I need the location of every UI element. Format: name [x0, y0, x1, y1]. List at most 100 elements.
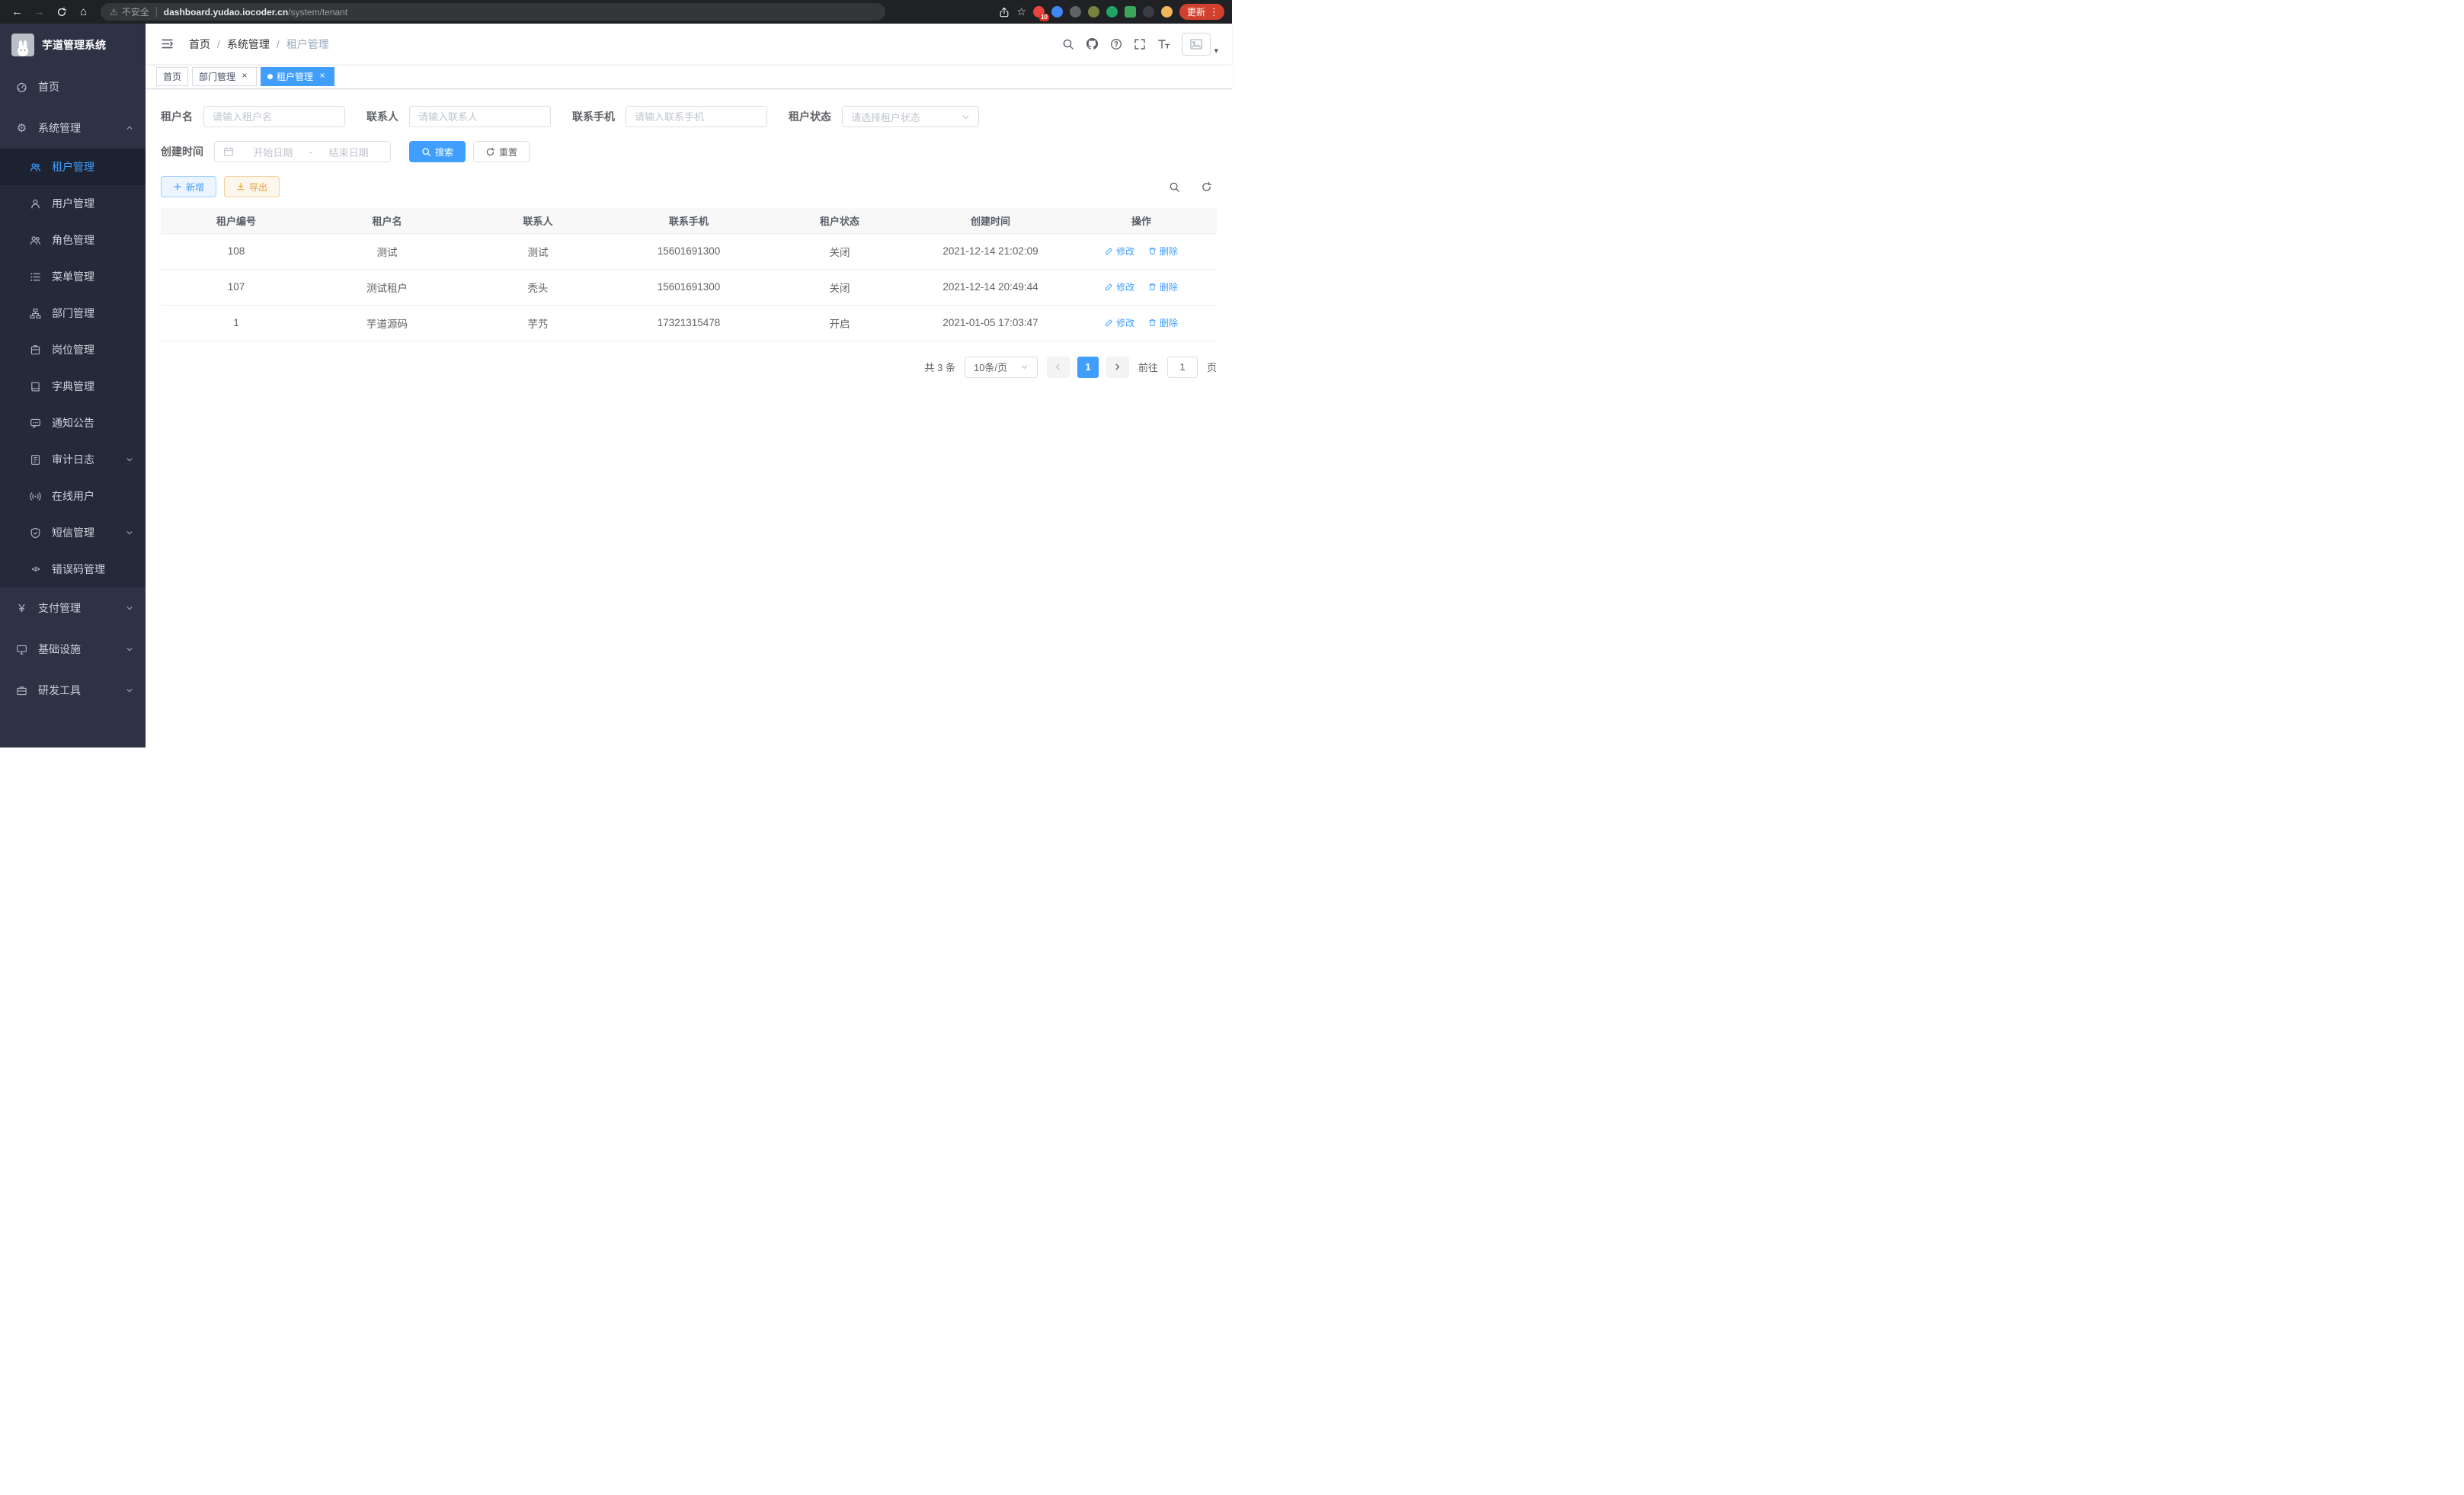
sidebar-item-dept[interactable]: 部门管理	[0, 295, 146, 331]
delete-link-label: 删除	[1160, 316, 1178, 329]
goto-page-input[interactable]	[1167, 357, 1198, 378]
form-item-create-time: 创建时间 开始日期 - 结束日期	[161, 141, 391, 162]
edit-link[interactable]: 修改	[1105, 280, 1134, 293]
sidebar-item-menu[interactable]: 菜单管理	[0, 258, 146, 295]
search-button[interactable]: 搜索	[409, 141, 466, 162]
font-size-icon[interactable]	[1157, 38, 1170, 50]
tab-tenant[interactable]: 租户管理 ×	[261, 67, 334, 86]
prev-page-icon[interactable]	[1047, 357, 1070, 378]
table-header-row: 租户编号 租户名 联系人 联系手机 租户状态 创建时间 操作	[161, 208, 1217, 233]
sidebar-item-post[interactable]: 岗位管理	[0, 331, 146, 368]
logo-avatar	[11, 34, 34, 56]
sidebar-item-error-code[interactable]: </> 错误码管理	[0, 551, 146, 587]
browser-forward-icon[interactable]: →	[30, 2, 49, 21]
sidebar-item-label: 短信管理	[52, 525, 94, 540]
next-page-icon[interactable]	[1106, 357, 1129, 378]
fullscreen-icon[interactable]	[1134, 38, 1146, 50]
sidebar-item-dict[interactable]: 字典管理	[0, 368, 146, 405]
close-icon[interactable]: ×	[239, 71, 250, 82]
extension-icon[interactable]	[1051, 6, 1063, 18]
browser-home-icon[interactable]: ⌂	[74, 2, 93, 21]
caret-down-icon: ▾	[1214, 47, 1218, 56]
close-icon[interactable]: ×	[317, 71, 328, 82]
chevron-down-icon	[126, 604, 133, 612]
col-status: 租户状态	[764, 208, 915, 233]
hamburger-icon[interactable]	[156, 37, 178, 50]
page-number-current[interactable]: 1	[1077, 357, 1099, 378]
sidebar-item-system[interactable]: ⚙ 系统管理	[0, 107, 146, 149]
sidebar-item-user[interactable]: 用户管理	[0, 185, 146, 222]
sidebar-item-online-users[interactable]: 在线用户	[0, 478, 146, 514]
security-label[interactable]: 不安全	[122, 5, 149, 18]
cell-tenant-id: 1	[161, 305, 312, 341]
delete-link[interactable]: 删除	[1148, 316, 1178, 329]
gear-icon: ⚙	[15, 121, 28, 135]
show-search-icon[interactable]	[1163, 176, 1185, 197]
add-button[interactable]: 新增	[161, 176, 216, 197]
address-bar[interactable]: ⚠ 不安全 dashboard.yudao.iocoder.cn/system/…	[101, 3, 885, 21]
sidebar-item-label: 研发工具	[38, 683, 81, 698]
date-range-separator: -	[306, 146, 315, 158]
profile-avatar[interactable]	[1161, 6, 1173, 18]
help-icon[interactable]	[1110, 38, 1122, 50]
document-edit-icon	[29, 454, 42, 466]
cell-mobile: 17321315478	[613, 305, 764, 341]
reset-button[interactable]: 重置	[473, 141, 530, 162]
cell-contact: 秃头	[462, 269, 613, 305]
app-logo[interactable]: 芋道管理系统	[0, 24, 146, 66]
export-button[interactable]: 导出	[224, 176, 280, 197]
page-size-select[interactable]: 10条/页	[965, 357, 1038, 378]
extension-icon[interactable]	[1106, 6, 1118, 18]
search-icon[interactable]	[1062, 38, 1074, 50]
org-tree-icon	[29, 308, 42, 319]
status-select[interactable]: 请选择租户状态	[842, 106, 979, 127]
tenant-name-input-field[interactable]	[213, 111, 336, 123]
contact-input-field[interactable]	[418, 111, 542, 123]
sidebar-item-sms[interactable]: 短信管理	[0, 514, 146, 551]
sidebar-item-dev-tools[interactable]: 研发工具	[0, 670, 146, 711]
delete-link[interactable]: 删除	[1148, 245, 1178, 258]
table-tools	[1163, 176, 1217, 197]
sidebar-item-label: 支付管理	[38, 600, 81, 616]
extension-badge: 10	[1039, 14, 1049, 21]
breadcrumb-system[interactable]: 系统管理	[227, 37, 270, 52]
extension-icon[interactable]	[1070, 6, 1081, 18]
address-divider	[156, 7, 157, 17]
browser-update-button[interactable]: 更新 ⋮	[1179, 4, 1224, 20]
extension-icon[interactable]	[1088, 6, 1099, 18]
sidebar-item-label: 租户管理	[52, 159, 94, 174]
extension-icon[interactable]	[1143, 6, 1154, 18]
share-icon[interactable]	[999, 7, 1010, 18]
github-icon[interactable]	[1086, 37, 1099, 50]
export-button-label: 导出	[249, 181, 267, 194]
sidebar-item-infrastructure[interactable]: 基础设施	[0, 629, 146, 670]
bookmark-star-icon[interactable]: ☆	[1016, 5, 1026, 18]
tab-active-dot	[267, 74, 273, 79]
edit-link[interactable]: 修改	[1105, 316, 1134, 329]
date-range-picker[interactable]: 开始日期 - 结束日期	[214, 141, 391, 162]
user-avatar-menu[interactable]: ▾	[1182, 33, 1218, 56]
refresh-icon[interactable]	[1195, 176, 1217, 197]
sidebar-item-tenant[interactable]: 租户管理	[0, 149, 146, 185]
extension-icon[interactable]	[1125, 6, 1136, 18]
sidebar-item-audit-log[interactable]: 审计日志	[0, 441, 146, 478]
mobile-input-field[interactable]	[635, 111, 758, 123]
tab-home[interactable]: 首页	[156, 67, 188, 86]
browser-reload-icon[interactable]	[52, 2, 71, 21]
tab-label: 部门管理	[199, 70, 235, 83]
sidebar-item-notice[interactable]: 通知公告	[0, 405, 146, 441]
user-icon	[29, 198, 42, 210]
sidebar-item-home[interactable]: 首页	[0, 66, 146, 107]
tab-dept[interactable]: 部门管理 ×	[192, 67, 257, 86]
browser-back-icon[interactable]: ←	[8, 2, 27, 21]
sidebar-item-payment[interactable]: ¥ 支付管理	[0, 587, 146, 629]
extension-icon[interactable]: 10	[1033, 6, 1045, 18]
browser-menu-kebab-icon[interactable]: ⋮	[1207, 6, 1221, 18]
sidebar-item-role[interactable]: 角色管理	[0, 222, 146, 258]
contact-input[interactable]	[409, 106, 551, 127]
tenant-name-input[interactable]	[203, 106, 345, 127]
mobile-input[interactable]	[626, 106, 767, 127]
breadcrumb-home[interactable]: 首页	[189, 37, 210, 52]
delete-link[interactable]: 删除	[1148, 280, 1178, 293]
edit-link[interactable]: 修改	[1105, 245, 1134, 258]
